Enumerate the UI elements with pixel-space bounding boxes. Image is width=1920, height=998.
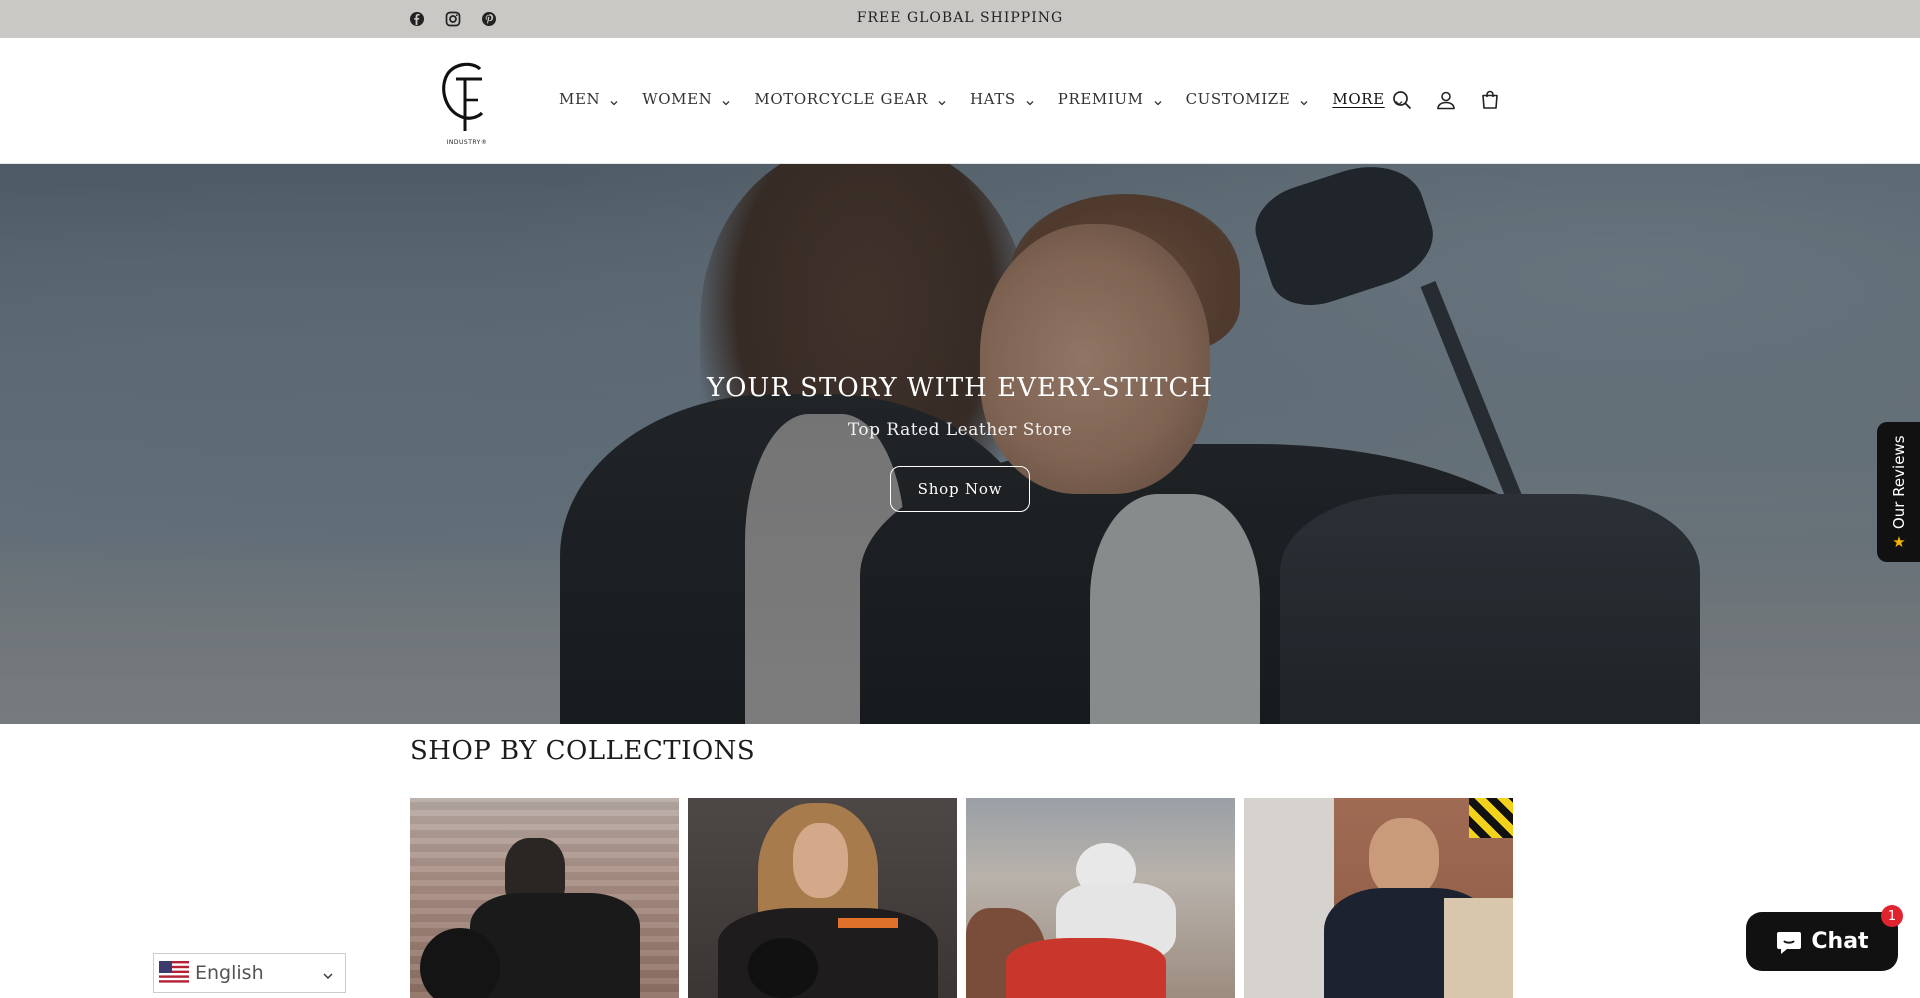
collection-card[interactable] [688,798,957,998]
language-label: English [195,962,264,984]
star-icon: ★ [1891,532,1906,551]
logo[interactable]: INDUSTRY® [432,55,502,146]
collection-card[interactable] [410,798,679,998]
nav-item-label: WOMEN [642,90,713,108]
main-nav: MEN WOMEN MOTORCYCLE GEAR HATS PREMIUM C… [559,90,1427,108]
reviews-tab-label: Our Reviews [1889,435,1908,530]
nav-item-label: PREMIUM [1057,90,1144,108]
nav-item-hats[interactable]: HATS [970,90,1035,108]
chat-label: Chat [1811,929,1869,954]
nav-item-label: MORE [1332,90,1385,108]
nav-item-customize[interactable]: CUSTOMIZE [1186,90,1310,108]
reviews-tab[interactable]: ★ Our Reviews [1877,422,1920,562]
search-icon[interactable] [1390,88,1414,112]
logo-mark [442,62,484,131]
collection-card[interactable] [966,798,1235,998]
chevron-down-icon [609,94,619,106]
hero-banner: YOUR STORY WITH EVERY-STITCH Top Rated L… [0,164,1920,724]
account-icon[interactable] [1434,88,1458,112]
chat-button[interactable]: Chat [1746,912,1898,971]
nav-item-premium[interactable]: PREMIUM [1058,90,1163,108]
language-select[interactable]: English [153,953,346,993]
site-header: INDUSTRY® MEN WOMEN MOTORCYCLE GEAR HATS… [0,38,1920,164]
hero-title: YOUR STORY WITH EVERY-STITCH [706,373,1214,403]
chat-badge: 1 [1881,905,1903,927]
cart-icon[interactable] [1478,88,1502,112]
nav-item-women[interactable]: WOMEN [642,90,731,108]
announcement-bar: FREE GLOBAL SHIPPING [0,0,1920,39]
nav-item-label: HATS [969,90,1016,108]
chevron-down-icon [1025,94,1035,106]
chevron-down-icon [1153,94,1163,106]
collection-card[interactable] [1244,798,1513,998]
collections-title: SHOP BY COLLECTIONS [410,736,756,766]
chevron-down-icon [937,94,947,106]
chevron-down-icon [721,94,731,106]
nav-item-motorcycle-gear[interactable]: MOTORCYCLE GEAR [754,90,947,108]
chat-icon [1775,929,1803,955]
nav-item-men[interactable]: MEN [559,90,619,108]
chevron-down-icon [1299,94,1309,106]
shop-now-button[interactable]: Shop Now [890,466,1030,512]
us-flag-icon [159,961,189,985]
hero-subtitle: Top Rated Leather Store [847,420,1073,440]
nav-item-label: CUSTOMIZE [1185,90,1291,108]
announcement-text: FREE GLOBAL SHIPPING [856,10,1064,26]
chevron-down-icon [321,966,335,980]
nav-item-label: MOTORCYCLE GEAR [754,90,928,108]
logo-subtext: INDUSTRY® [446,139,488,146]
header-icons [1390,88,1502,112]
nav-item-label: MEN [559,90,601,108]
collection-cards [410,798,1513,998]
